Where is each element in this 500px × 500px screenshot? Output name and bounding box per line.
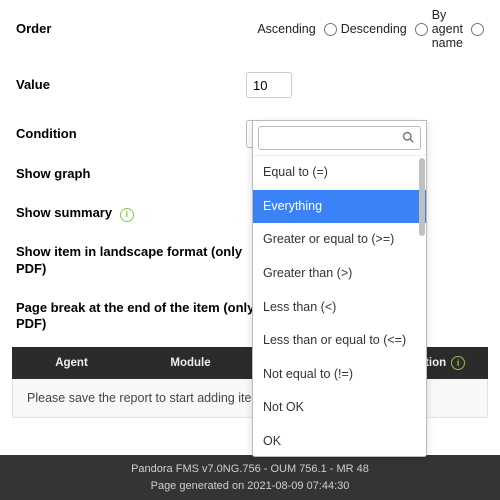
dropdown-item[interactable]: Equal to (=) bbox=[253, 156, 426, 190]
dropdown-scrollbar[interactable] bbox=[419, 158, 425, 236]
order-ascending-radio[interactable] bbox=[324, 23, 337, 36]
order-ascending-label: Ascending bbox=[257, 22, 315, 36]
order-radios: Ascending Descending By agent name bbox=[257, 8, 484, 50]
dropdown-item[interactable]: Not equal to (!=) bbox=[253, 358, 426, 392]
order-label: Order bbox=[16, 21, 243, 38]
dropdown-item[interactable]: Less than (<) bbox=[253, 291, 426, 325]
page-footer: Pandora FMS v7.0NG.756 - OUM 756.1 - MR … bbox=[0, 455, 500, 500]
order-byagent-label: By agent name bbox=[432, 8, 463, 50]
dropdown-item[interactable]: Greater than (>) bbox=[253, 257, 426, 291]
page-break-label: Page break at the end of the item (only … bbox=[16, 300, 276, 334]
condition-dropdown: Equal to (=) Everything Greater or equal… bbox=[252, 120, 427, 457]
order-descending-radio[interactable] bbox=[415, 23, 428, 36]
dropdown-item[interactable]: Less than or equal to (<=) bbox=[253, 324, 426, 358]
dropdown-item[interactable]: Greater or equal to (>=) bbox=[253, 223, 426, 257]
footer-timestamp: Page generated on 2021-08-09 07:44:30 bbox=[0, 478, 500, 495]
dropdown-search[interactable] bbox=[258, 126, 421, 150]
dropdown-item[interactable]: Everything bbox=[253, 190, 426, 224]
search-icon bbox=[402, 131, 414, 146]
info-icon bbox=[120, 208, 134, 222]
dropdown-item[interactable]: Not OK bbox=[253, 391, 426, 425]
landscape-label: Show item in landscape format (only PDF) bbox=[16, 244, 276, 278]
value-label: Value bbox=[16, 77, 246, 94]
dropdown-item[interactable]: OK bbox=[253, 425, 426, 456]
footer-version: Pandora FMS v7.0NG.756 - OUM 756.1 - MR … bbox=[0, 461, 500, 478]
col-agent: Agent bbox=[12, 357, 131, 369]
condition-label: Condition bbox=[16, 126, 246, 143]
show-summary-label: Show summary bbox=[16, 205, 246, 222]
order-byagent-radio[interactable] bbox=[471, 23, 484, 36]
col-module: Module bbox=[131, 357, 250, 369]
dropdown-search-input[interactable] bbox=[265, 131, 402, 145]
info-icon bbox=[451, 356, 465, 370]
value-input[interactable] bbox=[246, 72, 292, 98]
show-graph-label: Show graph bbox=[16, 166, 246, 183]
order-descending-label: Descending bbox=[341, 22, 407, 36]
dropdown-list: Equal to (=) Everything Greater or equal… bbox=[253, 156, 426, 456]
